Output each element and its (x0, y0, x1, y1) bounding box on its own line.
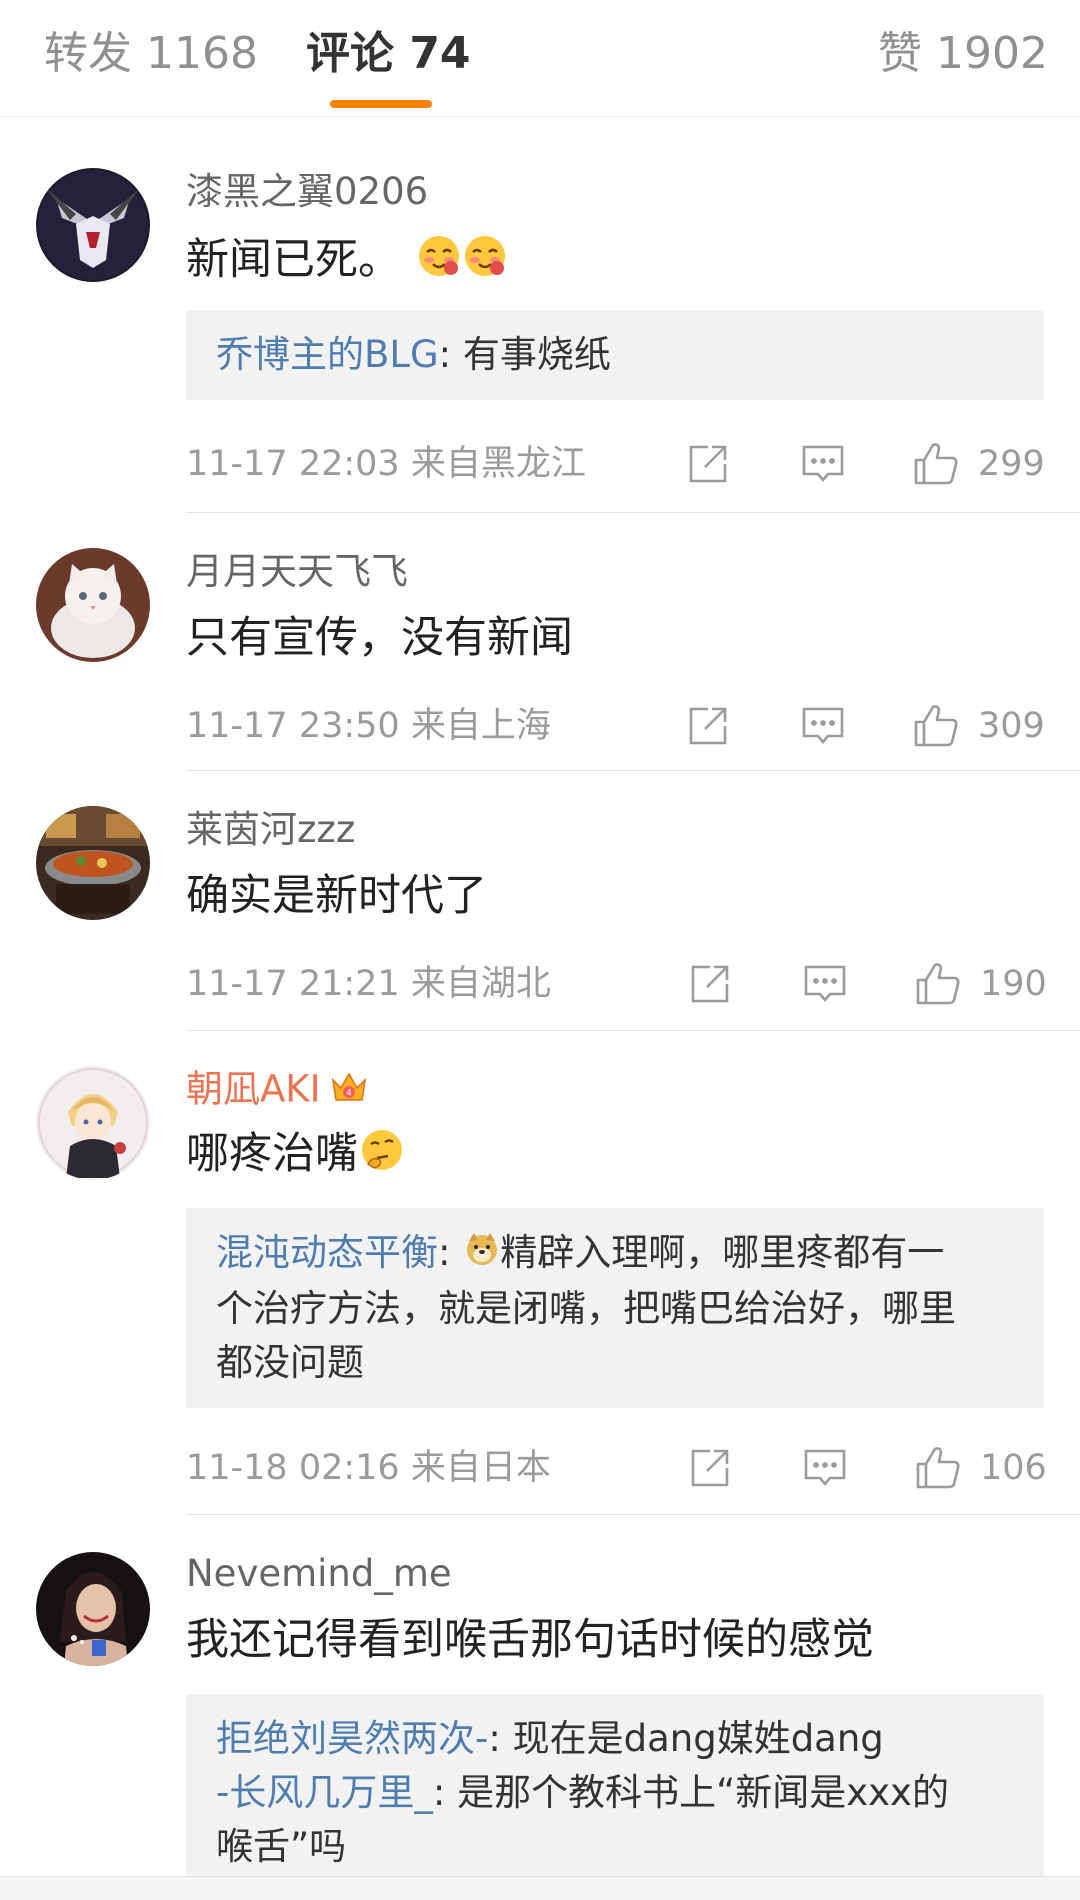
comment-text: 新闻已死。 (186, 232, 507, 292)
commenter-name-text: 朝凪AKI (186, 1067, 321, 1111)
reply-line: 混沌动态平衡: 精辟入理啊，哪里疼都有一 (216, 1226, 1014, 1282)
reply-text: 精辟入理啊，哪里疼都有一 (500, 1231, 945, 1274)
comment-meta: 11-17 23:50 来自上海 (186, 704, 551, 748)
reply-username[interactable]: 乔博主的BLG (216, 333, 439, 376)
comment-time: 11-18 02:16 (186, 1448, 400, 1488)
comment-meta: 11-17 22:03 来自黑龙江 (186, 442, 586, 486)
reply-text: 是那个教科书上“新闻是xxx的 (457, 1771, 949, 1814)
comment-icon[interactable] (800, 442, 846, 490)
reply-separator: : (438, 333, 463, 376)
commenter-name[interactable]: Nevemind_me (186, 1552, 452, 1596)
crown-icon: 4 (329, 1066, 369, 1116)
svg-text:4: 4 (346, 1089, 352, 1099)
active-tab-indicator (330, 100, 432, 108)
comment-location: 来自黑龙江 (410, 444, 586, 484)
comment-body: 哪疼治嘴 (186, 1129, 358, 1179)
reply-box[interactable]: 混沌动态平衡: 精辟入理啊，哪里疼都有一 个治疗方法，就是闭嘴，把嘴巴给治好，哪… (186, 1208, 1044, 1408)
avatar[interactable] (36, 806, 150, 920)
share-icon[interactable] (688, 1446, 732, 1494)
reply-separator: : (488, 1717, 513, 1760)
avatar[interactable] (36, 1552, 150, 1666)
comment-icon[interactable] (802, 1446, 848, 1494)
divider (186, 512, 1080, 513)
comment-time: 11-17 21:21 (186, 964, 400, 1004)
reply-text: 有事烧纸 (462, 333, 611, 376)
reply-box[interactable]: 拒绝刘昊然两次-: 现在是dang媒姓dang -长风几万里_: 是那个教科书上… (186, 1694, 1044, 1876)
comment-icon[interactable] (800, 704, 846, 752)
bottom-input-bar[interactable] (0, 1876, 1080, 1900)
avatar[interactable] (36, 548, 150, 662)
thumbs-up-icon[interactable] (912, 440, 960, 490)
comment-meta: 11-18 02:16 来自日本 (186, 1446, 551, 1490)
comment-location: 来自日本 (410, 1448, 551, 1488)
tab-repost[interactable]: 转发 1168 (44, 24, 258, 84)
comment-text: 我还记得看到喉舌那句话时候的感觉 (186, 1615, 874, 1665)
blush-emoji (463, 234, 507, 292)
thumbs-up-icon[interactable] (914, 1444, 962, 1494)
commenter-name[interactable]: 朝凪AKI 4 (186, 1066, 369, 1116)
divider (186, 770, 1080, 771)
avatar[interactable] (36, 1066, 150, 1180)
reply-username[interactable]: 拒绝刘昊然两次- (216, 1717, 488, 1760)
comment-icon[interactable] (802, 962, 848, 1010)
divider (186, 1030, 1080, 1031)
like-count: 106 (980, 1448, 1047, 1488)
reply-separator: : (432, 1771, 458, 1814)
reply-line: 乔博主的BLG: 有事烧纸 (216, 328, 1014, 382)
share-icon[interactable] (686, 442, 730, 490)
reply-text: 现在是dang媒姓dang (512, 1717, 884, 1760)
commenter-name[interactable]: 月月天天飞飞 (186, 550, 408, 594)
blush-emoji (417, 234, 461, 292)
commenter-name[interactable]: 漆黑之翼0206 (186, 170, 428, 214)
comment-text: 哪疼治嘴 (186, 1126, 404, 1186)
share-icon[interactable] (686, 704, 730, 752)
comment-location: 来自湖北 (410, 964, 551, 1004)
like-count: 190 (980, 964, 1047, 1004)
reply-line: 喉舌”吗 (216, 1825, 347, 1868)
avatar[interactable] (36, 168, 150, 282)
like-count: 299 (978, 444, 1045, 484)
reply-separator: : (438, 1231, 463, 1274)
comment-time: 11-17 22:03 (186, 444, 400, 484)
commenter-name[interactable]: 莱茵河zzz (186, 808, 355, 852)
reply-box[interactable]: 乔博主的BLG: 有事烧纸 (186, 310, 1044, 400)
reply-username[interactable]: 混沌动态平衡 (216, 1231, 438, 1274)
like-count: 309 (978, 706, 1045, 746)
reply-username[interactable]: -长风几万里_ (216, 1771, 433, 1814)
tab-bar: 转发 1168 评论 74 赞 1902 (0, 0, 1080, 117)
comment-time: 11-17 23:50 (186, 706, 400, 746)
comment-location: 来自上海 (410, 706, 551, 746)
share-icon[interactable] (688, 962, 732, 1010)
comment-body: 新闻已死。 (186, 235, 401, 285)
comment-meta: 11-17 21:21 来自湖北 (186, 962, 551, 1006)
divider (186, 1514, 1080, 1515)
doge-emoji (464, 1228, 500, 1282)
reply-line: 拒绝刘昊然两次-: 现在是dang媒姓dang (216, 1712, 1014, 1766)
reply-line: 都没问题 (216, 1340, 364, 1384)
tab-comments[interactable]: 评论 74 (306, 24, 471, 84)
thumbs-up-icon[interactable] (914, 960, 962, 1010)
thumbs-up-icon[interactable] (912, 702, 960, 752)
reply-line: 个治疗方法，就是闭嘴，把嘴巴给治好，哪里 (216, 1286, 956, 1330)
comment-text: 确实是新时代了 (186, 871, 487, 921)
thinking-emoji (360, 1128, 404, 1186)
comment-text: 只有宣传，没有新闻 (186, 613, 573, 663)
reply-line: -长风几万里_: 是那个教科书上“新闻是xxx的 (216, 1766, 1014, 1820)
tab-likes[interactable]: 赞 1902 (878, 24, 1048, 84)
